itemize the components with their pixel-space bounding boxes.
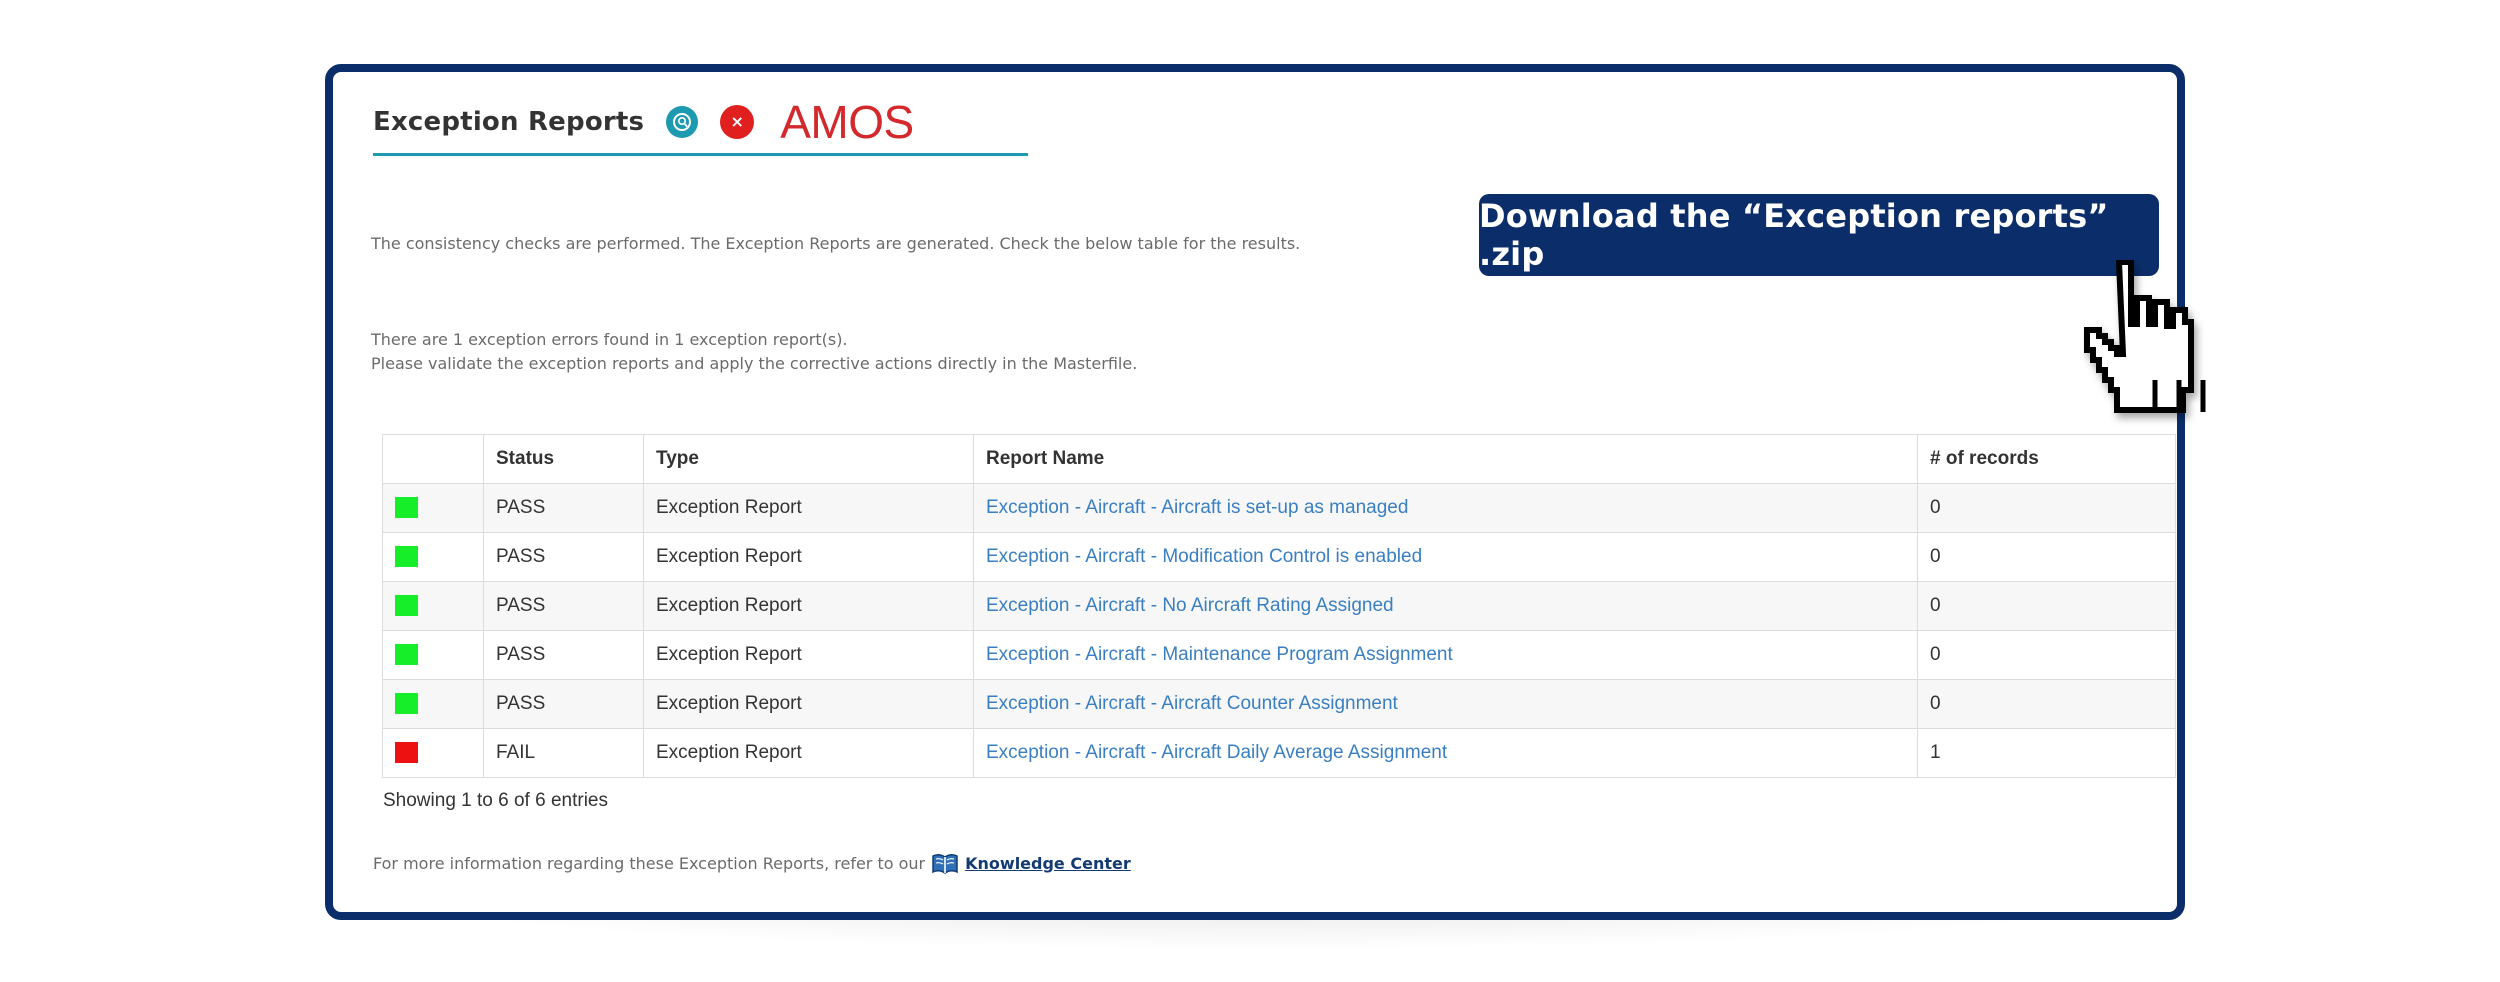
knowledge-center-link[interactable]: Knowledge Center	[965, 854, 1131, 873]
records-cell: 0	[1917, 483, 2176, 533]
table-row: PASS Exception Report Exception - Aircra…	[382, 679, 2176, 729]
column-header-status[interactable]: Status	[483, 434, 644, 484]
report-link[interactable]: Exception - Aircraft - Aircraft Counter …	[986, 693, 1398, 714]
status-cell: PASS	[483, 532, 644, 582]
validate-instructions: Please validate the exception reports an…	[371, 354, 1138, 373]
download-zip-button[interactable]: Download the “Exception reports” .zip	[1479, 194, 2159, 276]
table-row: PASS Exception Report Exception - Aircra…	[382, 581, 2176, 631]
footer-text: For more information regarding these Exc…	[373, 853, 926, 873]
report-name-cell: Exception - Aircraft - Aircraft Counter …	[973, 679, 1918, 729]
table-header-row: Status Type Report Name # of records	[382, 434, 2176, 484]
report-link[interactable]: Exception - Aircraft - Aircraft is set-u…	[986, 497, 1408, 518]
fail-indicator-icon	[395, 742, 418, 764]
column-header-report-name[interactable]: Report Name	[973, 434, 1918, 484]
records-cell: 0	[1917, 679, 2176, 729]
pass-indicator-icon	[395, 644, 418, 666]
status-indicator-cell	[382, 679, 484, 729]
help-search-icon[interactable]	[666, 105, 699, 138]
pass-indicator-icon	[395, 497, 418, 519]
type-cell: Exception Report	[643, 483, 974, 533]
report-link[interactable]: Exception - Aircraft - Aircraft Daily Av…	[986, 742, 1447, 763]
report-name-cell: Exception - Aircraft - Maintenance Progr…	[973, 630, 1918, 680]
errors-found-text: There are 1 exception errors found in 1 …	[371, 330, 848, 349]
amos-logo: AMOS	[780, 95, 914, 148]
records-cell: 1	[1917, 728, 2176, 778]
records-cell: 0	[1917, 581, 2176, 631]
table-row: PASS Exception Report Exception - Aircra…	[382, 532, 2176, 582]
pass-indicator-icon	[395, 693, 418, 715]
type-cell: Exception Report	[643, 679, 974, 729]
status-indicator-cell	[382, 581, 484, 631]
report-name-cell: Exception - Aircraft - Modification Cont…	[973, 532, 1918, 582]
report-link[interactable]: Exception - Aircraft - No Aircraft Ratin…	[986, 595, 1394, 616]
status-indicator-cell	[382, 728, 484, 778]
pass-indicator-icon	[395, 546, 418, 568]
status-cell: FAIL	[483, 728, 644, 778]
records-cell: 0	[1917, 532, 2176, 582]
report-link[interactable]: Exception - Aircraft - Modification Cont…	[986, 546, 1422, 567]
report-link[interactable]: Exception - Aircraft - Maintenance Progr…	[986, 644, 1453, 665]
pass-indicator-icon	[395, 595, 418, 617]
table-row: PASS Exception Report Exception - Aircra…	[382, 483, 2176, 533]
records-cell: 0	[1917, 630, 2176, 680]
checks-performed-message: The consistency checks are performed. Th…	[371, 234, 1301, 253]
report-name-cell: Exception - Aircraft - No Aircraft Ratin…	[973, 581, 1918, 631]
status-indicator-cell	[382, 483, 484, 533]
status-cell: PASS	[483, 581, 644, 631]
table-row: PASS Exception Report Exception - Aircra…	[382, 630, 2176, 680]
status-indicator-cell	[382, 532, 484, 582]
magnifier-glyph	[673, 112, 692, 131]
report-name-cell: Exception - Aircraft - Aircraft Daily Av…	[973, 728, 1918, 778]
column-header-indicator[interactable]	[382, 434, 484, 484]
type-cell: Exception Report	[643, 532, 974, 582]
table-row: FAIL Exception Report Exception - Aircra…	[382, 728, 2176, 778]
status-cell: PASS	[483, 679, 644, 729]
status-cell: PASS	[483, 630, 644, 680]
close-icon[interactable]: ×	[720, 104, 755, 139]
exception-reports-panel: Exception Reports × AMOS The consistency…	[325, 64, 2206, 920]
type-cell: Exception Report	[643, 728, 974, 778]
type-cell: Exception Report	[643, 630, 974, 680]
type-cell: Exception Report	[643, 581, 974, 631]
exception-reports-table: Status Type Report Name # of records PAS…	[382, 434, 2176, 778]
column-header-type[interactable]: Type	[643, 434, 974, 484]
errors-summary: There are 1 exception errors found in 1 …	[371, 328, 1137, 376]
panel-header: Exception Reports × AMOS	[373, 94, 1028, 156]
hand-pointer-icon	[2084, 260, 2206, 413]
book-icon	[932, 853, 958, 874]
column-header-records[interactable]: # of records	[1917, 434, 2176, 484]
status-indicator-cell	[382, 630, 484, 680]
report-name-cell: Exception - Aircraft - Aircraft is set-u…	[973, 483, 1918, 533]
table-entries-info: Showing 1 to 6 of 6 entries	[383, 790, 608, 811]
footer-note: For more information regarding these Exc…	[373, 850, 1131, 876]
page-title: Exception Reports	[373, 106, 645, 137]
status-cell: PASS	[483, 483, 644, 533]
